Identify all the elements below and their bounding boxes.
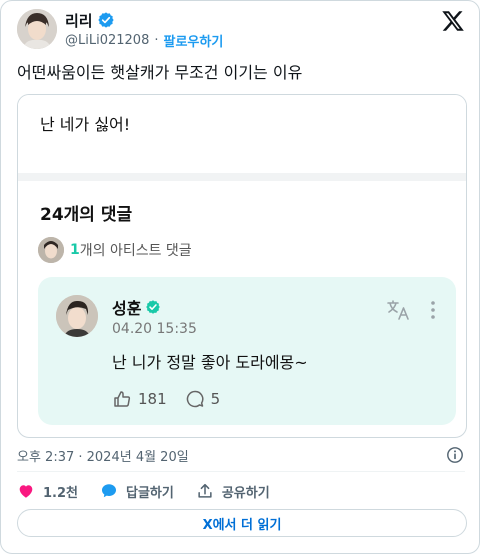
- share-icon: [198, 483, 212, 498]
- footer-divider: [17, 471, 465, 472]
- tweet-timestamp[interactable]: 오후 2:37 · 2024년 4월 20일: [17, 446, 189, 465]
- artist-verified-icon: [146, 300, 161, 314]
- artist-comment-count: 1: [70, 242, 80, 258]
- follow-button[interactable]: 팔로우하기: [163, 31, 223, 50]
- comments-title: 24개의 댓글: [40, 205, 133, 225]
- tweet-text: 어떤싸움이든 햇살캐가 무조건 이기는 이유: [17, 63, 303, 82]
- reply-label: 답글하기: [126, 485, 174, 501]
- comment-text: 난 니가 정말 좋아 도라에몽~: [112, 353, 308, 372]
- reply-button[interactable]: 답글하기: [100, 482, 174, 501]
- author-avatar[interactable]: [17, 9, 57, 49]
- commenter-name: 성훈: [112, 299, 142, 318]
- artist-comment-card: 성훈 04.20 15:35 난 니가 정말 좋아 도라에몽~ 181 5: [38, 277, 456, 425]
- translate-icon: [387, 300, 409, 320]
- commenter-avatar: [56, 295, 98, 337]
- section-divider: [18, 173, 466, 181]
- comment-date: 04.20 15:35: [112, 321, 197, 337]
- timestamp-text[interactable]: 오후 2:37 · 2024년 4월 20일: [17, 446, 189, 465]
- tweet-embed-card: 리리 @LiLi021208 · 팔로우하기 어떤싸움이든 햇살캐가 무조건 이…: [0, 0, 480, 554]
- share-button[interactable]: 공유하기: [196, 482, 270, 501]
- separator-dot: ·: [154, 32, 159, 48]
- info-icon[interactable]: [446, 446, 464, 464]
- tweet-actions: 1.2천 답글하기 공유하기: [17, 481, 292, 501]
- comment-like-count: 181: [138, 390, 167, 408]
- share-label: 공유하기: [221, 485, 270, 501]
- like-hand-icon: [114, 391, 131, 407]
- more-vertical-icon: [431, 301, 435, 319]
- tweet-media-image[interactable]: 난 네가 싫어! 24개의 댓글 1 개의 아티스트 댓글 성훈 04.20 1…: [17, 94, 467, 438]
- author-display-name[interactable]: 리리: [65, 10, 93, 31]
- like-count: 1.2천: [43, 485, 78, 501]
- verified-badge-icon: [97, 12, 114, 28]
- comment-reply-stat: 5: [185, 389, 221, 409]
- artist-comment-label: 개의 아티스트 댓글: [79, 243, 192, 259]
- commenter-name-row: 성훈: [112, 295, 161, 319]
- author-name-row[interactable]: 리리: [65, 10, 115, 30]
- artist-comments-row: 1 개의 아티스트 댓글: [38, 237, 192, 263]
- author-handle[interactable]: @LiLi021208: [65, 33, 149, 48]
- comment-bubble-icon: [101, 484, 117, 498]
- comment-like-stat: 181: [112, 389, 167, 409]
- heart-icon: [19, 485, 33, 498]
- reply-bubble-icon: [186, 390, 204, 408]
- comment-reply-count: 5: [210, 390, 221, 408]
- read-more-button[interactable]: X에서 더 읽기: [17, 509, 467, 537]
- quote-section: 난 네가 싫어!: [18, 95, 466, 173]
- like-button[interactable]: 1.2천: [17, 482, 78, 501]
- quote-text: 난 네가 싫어!: [40, 115, 131, 134]
- comment-stats: 181 5: [112, 389, 238, 409]
- x-logo-icon[interactable]: [441, 9, 465, 33]
- artist-mini-avatar: [38, 237, 64, 263]
- author-handle-row: @LiLi021208 · 팔로우하기: [65, 31, 223, 50]
